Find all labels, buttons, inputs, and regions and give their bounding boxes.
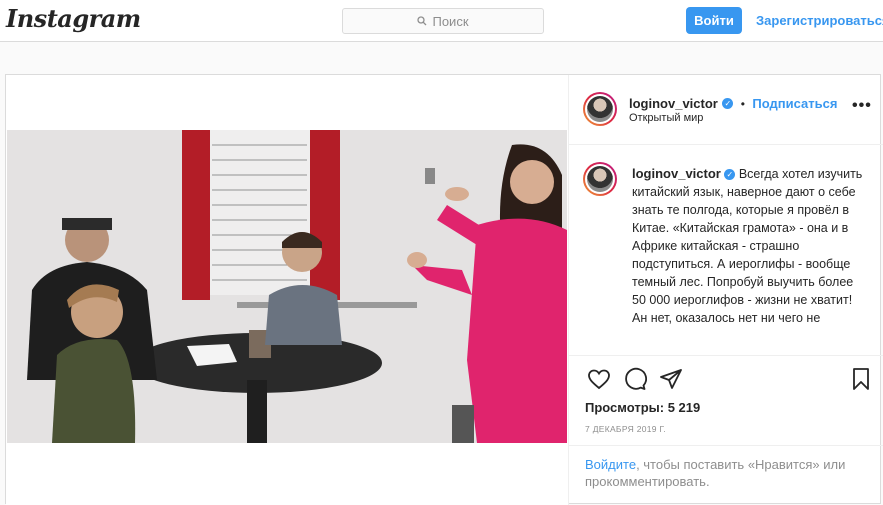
more-icon[interactable]: ••• — [852, 97, 872, 115]
caption-username[interactable]: loginov_victor — [632, 166, 721, 181]
follow-button[interactable]: Подписаться — [752, 96, 837, 111]
bookmark-icon[interactable] — [849, 367, 873, 391]
post-sidebar: loginov_victor ✓ • Подписаться Открытый … — [568, 75, 883, 505]
avatar[interactable] — [583, 92, 617, 126]
post-header: loginov_victor ✓ • Подписаться Открытый … — [569, 75, 883, 145]
caption-body: Всегда хотел изучить китайский язык, нав… — [632, 167, 863, 325]
instagram-logo[interactable]: Instagram — [6, 4, 141, 33]
signup-link[interactable]: Зарегистрироваться — [756, 13, 883, 28]
separator-dot: • — [740, 97, 745, 111]
post-date: 7 ДЕКАБРЯ 2019 Г. — [585, 424, 666, 434]
caption-avatar[interactable] — [583, 162, 617, 196]
post-media — [6, 75, 568, 505]
username-link[interactable]: loginov_victor — [629, 96, 718, 111]
comment-icon[interactable] — [623, 367, 647, 391]
login-link[interactable]: Войдите — [585, 457, 636, 472]
verified-icon: ✓ — [722, 98, 734, 110]
caption-text: loginov_victor ✓ Всегда хотел изучить ки… — [632, 165, 868, 327]
views-count[interactable]: Просмотры: 5 219 — [585, 400, 700, 415]
share-icon[interactable] — [659, 367, 683, 391]
login-prompt-text: Войдите, чтобы поставить «Нравится» или … — [585, 456, 865, 490]
video-frame — [7, 130, 567, 443]
post-header-title: loginov_victor ✓ • Подписаться — [629, 95, 837, 113]
location-link[interactable]: Открытый мир — [629, 112, 703, 124]
post-video[interactable] — [7, 130, 567, 443]
heart-icon[interactable] — [587, 367, 611, 391]
post-caption: loginov_victor ✓ Всегда хотел изучить ки… — [569, 146, 883, 356]
top-navigation-bar: Instagram Поиск Войти Зарегистрироваться — [0, 0, 883, 42]
login-prompt: Войдите, чтобы поставить «Нравится» или … — [569, 445, 883, 505]
post-card: loginov_victor ✓ • Подписаться Открытый … — [5, 74, 883, 505]
verified-icon: ✓ — [724, 169, 736, 181]
post-actions — [583, 367, 873, 393]
search-input[interactable]: Поиск — [342, 8, 544, 34]
login-button[interactable]: Войти — [686, 7, 742, 34]
search-icon — [417, 16, 427, 26]
search-placeholder: Поиск — [432, 13, 469, 29]
